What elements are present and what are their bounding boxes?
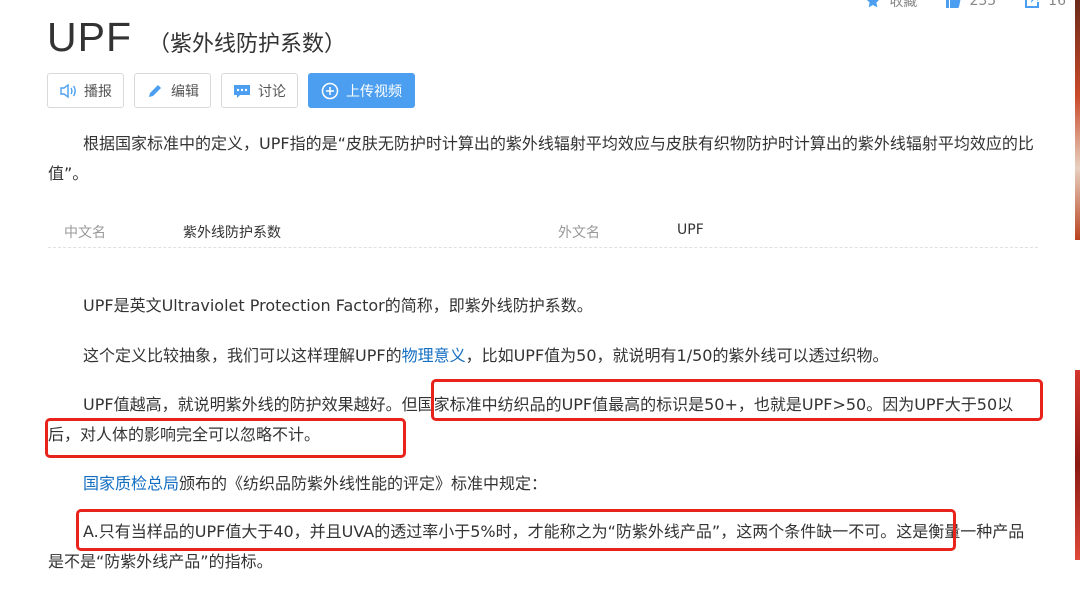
page-title: UPF （紫外线防护系数） [47, 14, 346, 61]
upload-video-label: 上传视频 [346, 83, 402, 100]
edit-button[interactable]: 编辑 [134, 73, 211, 108]
share-button[interactable]: 16 [1024, 0, 1066, 9]
side-ad-strip [1075, 370, 1080, 560]
star-icon [865, 0, 881, 9]
favorite-label: 收藏 [889, 0, 918, 10]
broadcast-button[interactable]: 播报 [47, 73, 124, 108]
paragraph-standard-text: 颁布的《纺织品防紫外线性能的评定》标准中规定： [179, 474, 548, 493]
upload-video-button[interactable]: 上传视频 [308, 73, 415, 108]
title-subtitle: （紫外线防护系数） [148, 32, 347, 57]
share-icon [1024, 0, 1040, 9]
favorite-button[interactable]: 收藏 [865, 0, 917, 11]
en-name-value: UPF [677, 222, 704, 238]
like-button[interactable]: 235 [945, 0, 996, 9]
discuss-label: 讨论 [258, 83, 286, 100]
cn-name-value: 紫外线防护系数 [183, 225, 281, 241]
discuss-button[interactable]: 讨论 [221, 73, 298, 108]
edit-label: 编辑 [171, 83, 199, 100]
like-count: 235 [969, 0, 997, 9]
highlight-box [76, 509, 956, 551]
summary-paragraph: 根据国家标准中的定义，UPF指的是“皮肤无防护时计算出的紫外线辐射平均效应与皮肤… [48, 134, 1034, 183]
plus-circle-icon [321, 82, 339, 100]
physical-meaning-link[interactable]: 物理意义 [402, 346, 466, 365]
thumbs-up-icon [945, 0, 961, 9]
pencil-icon [146, 82, 164, 100]
highlight-box [45, 418, 406, 458]
en-name-label: 外文名 [558, 225, 600, 241]
entry-toolbar: 播报 编辑 讨论 上传视频 [47, 73, 425, 108]
cn-name-label: 中文名 [64, 225, 106, 241]
article-stats: 收藏 235 16 [837, 0, 1066, 11]
basic-info-table: 中文名 紫外线防护系数 外文名 UPF [48, 213, 1038, 248]
paragraph-meaning-text-1: 这个定义比较抽象，我们可以这样理解UPF的 [83, 346, 402, 365]
paragraph-meaning-text-2: ，比如UPF值为50，就说明有1/50的紫外线可以透过织物。 [465, 346, 889, 365]
highlight-box [431, 379, 1043, 421]
quality-bureau-link[interactable]: 国家质检总局 [83, 474, 179, 493]
paragraph-meaning: 这个定义比较抽象，我们可以这样理解UPF的物理意义，比如UPF值为50，就说明有… [48, 341, 1040, 371]
speaker-icon [59, 82, 77, 100]
title-main: UPF [47, 14, 132, 60]
side-ad-strip [1075, 0, 1080, 240]
paragraph-definition: UPF是英文Ultraviolet Protection Factor的简称，即… [83, 296, 593, 315]
share-count: 16 [1048, 0, 1066, 9]
chat-bubble-icon [233, 82, 251, 100]
broadcast-label: 播报 [84, 83, 112, 100]
paragraph-standard: 国家质检总局颁布的《纺织品防紫外线性能的评定》标准中规定： [48, 469, 1040, 499]
